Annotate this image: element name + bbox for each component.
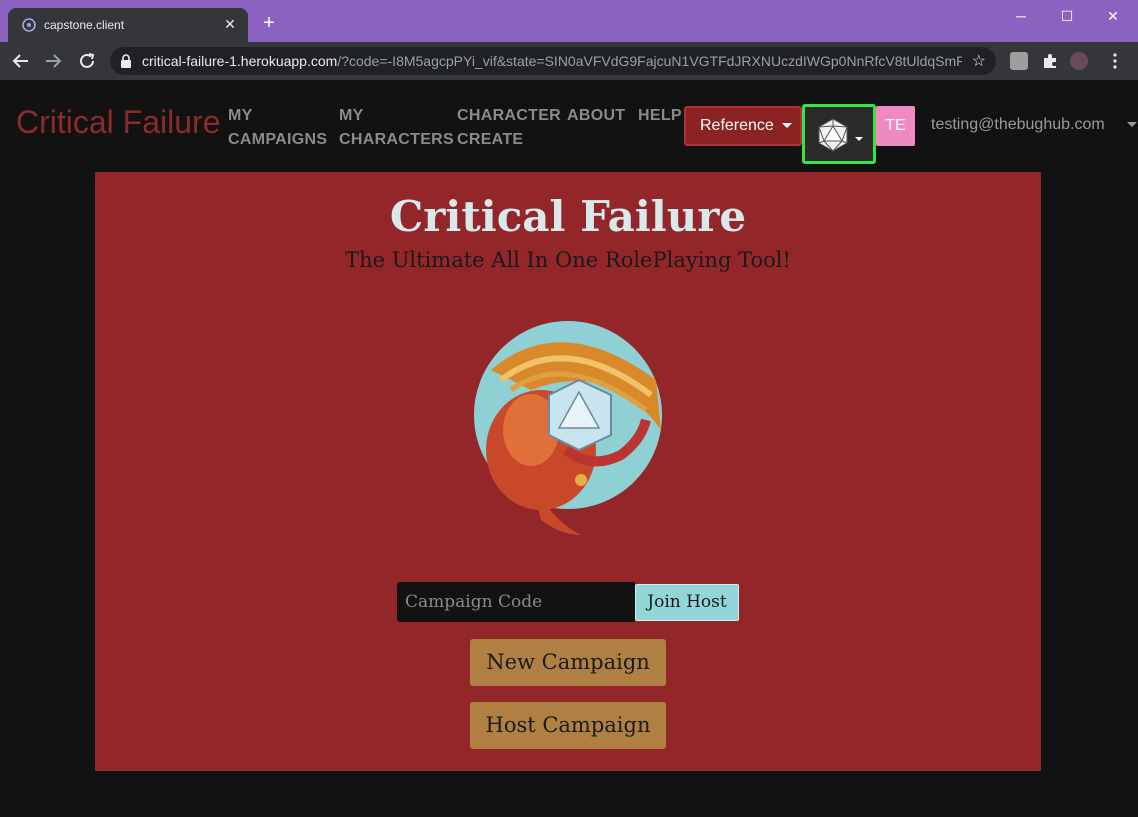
- page-subtitle: The Ultimate All In One RolePlaying Tool…: [345, 248, 791, 272]
- nav-my-characters[interactable]: MY CHARACTERS: [339, 104, 454, 152]
- url-query: /?code=-I8M5agcpPYi_vif&state=SIN0aVFVdG…: [337, 53, 962, 69]
- browser-tab[interactable]: capstone.client ✕: [8, 8, 248, 42]
- back-arrow-icon[interactable]: [10, 50, 32, 72]
- extension-icon[interactable]: [1010, 52, 1028, 70]
- nav-about[interactable]: ABOUT: [567, 104, 625, 128]
- close-window-button[interactable]: ✕: [1100, 6, 1126, 26]
- browser-titlebar: capstone.client ✕ + ─ ☐ ✕: [0, 0, 1138, 42]
- nav-link-line: ABOUT: [567, 107, 626, 124]
- hero-panel: Critical Failure The Ultimate All In One…: [95, 172, 1041, 771]
- join-host-button[interactable]: Join Host: [635, 584, 739, 621]
- nav-link-line: CHARACTERS: [339, 131, 454, 148]
- host-campaign-button[interactable]: Host Campaign: [470, 702, 666, 749]
- caret-down-icon: [855, 137, 863, 141]
- lock-icon: [121, 54, 131, 68]
- new-tab-button[interactable]: +: [258, 12, 280, 34]
- menu-dots-icon[interactable]: [1106, 52, 1124, 70]
- page-title: Critical Failure: [389, 192, 747, 241]
- nav-link-line: HELP: [638, 107, 682, 124]
- user-menu-caret-icon[interactable]: [1127, 122, 1137, 127]
- nav-link-line: CHARACTER: [457, 107, 562, 124]
- user-email[interactable]: testing@thebughub.com: [931, 116, 1105, 134]
- nav-link-line: MY: [339, 107, 364, 124]
- tab-close-icon[interactable]: ✕: [222, 16, 238, 32]
- nav-help[interactable]: HELP: [638, 104, 682, 128]
- url-host: critical-failure-1.herokuapp.com: [142, 53, 338, 69]
- nav-link-line: MY: [228, 107, 253, 124]
- profile-avatar-icon[interactable]: [1070, 52, 1088, 70]
- new-campaign-button[interactable]: New Campaign: [470, 639, 666, 686]
- nav-link-line: CAMPAIGNS: [228, 131, 328, 148]
- nav-my-campaigns[interactable]: MY CAMPAIGNS: [228, 104, 327, 152]
- nav-character-create[interactable]: CHARACTER CREATE: [457, 104, 561, 152]
- reload-icon[interactable]: [76, 50, 98, 72]
- reference-label: Reference: [700, 117, 774, 134]
- extensions-puzzle-icon[interactable]: [1041, 52, 1059, 70]
- dragon-dice-logo-icon: [474, 321, 662, 535]
- browser-toolbar: critical-failure-1.herokuapp.com/?code=-…: [0, 42, 1138, 80]
- nav-link-line: CREATE: [457, 131, 524, 148]
- brand-logo-text[interactable]: Critical Failure: [16, 104, 220, 141]
- dice-roller-dropdown-button[interactable]: [802, 104, 876, 164]
- url-text: critical-failure-1.herokuapp.com/?code=-…: [142, 53, 962, 69]
- d20-dice-icon: [818, 118, 848, 152]
- maximize-button[interactable]: ☐: [1054, 6, 1080, 26]
- caret-down-icon: [781, 123, 792, 129]
- tab-favicon-icon: [22, 18, 36, 32]
- address-bar[interactable]: critical-failure-1.herokuapp.com/?code=-…: [110, 47, 996, 75]
- forward-arrow-icon[interactable]: [42, 50, 64, 72]
- campaign-code-input[interactable]: [397, 582, 635, 622]
- user-avatar[interactable]: TE: [876, 106, 915, 146]
- tab-title: capstone.client: [44, 18, 125, 32]
- reference-dropdown-button[interactable]: Reference: [684, 106, 802, 146]
- minimize-button[interactable]: ─: [1008, 6, 1034, 26]
- bookmark-star-icon[interactable]: ☆: [972, 51, 986, 71]
- site-navbar: Critical Failure MY CAMPAIGNS MY CHARACT…: [0, 80, 1138, 172]
